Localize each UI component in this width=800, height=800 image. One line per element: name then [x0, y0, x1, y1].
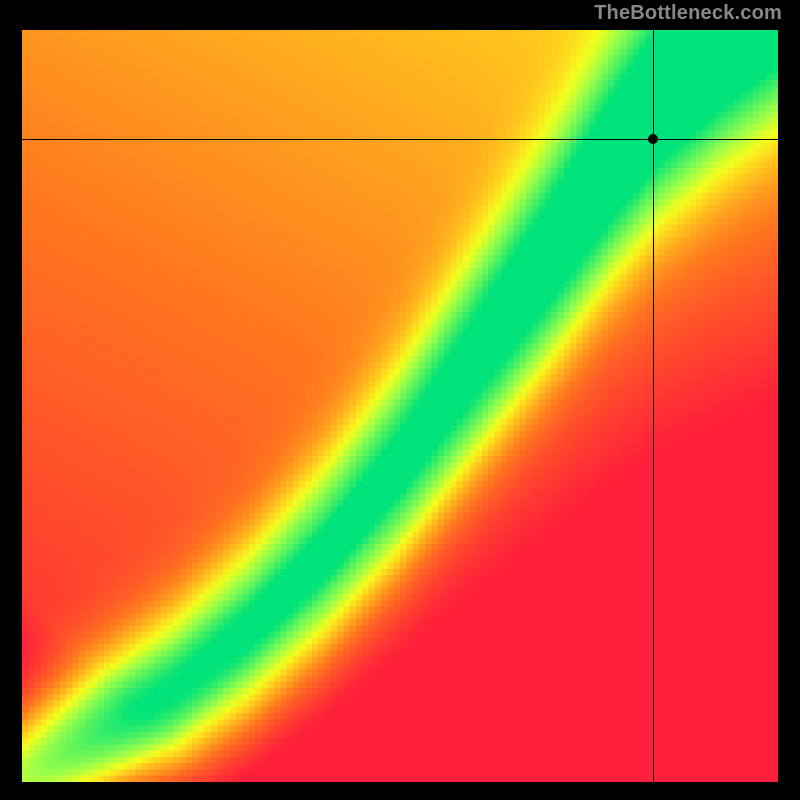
crosshair-horizontal [0, 139, 800, 141]
heatmap-canvas [22, 30, 778, 782]
marker-dot [648, 134, 658, 144]
watermark-text: TheBottleneck.com [594, 2, 782, 25]
plot-area [22, 30, 778, 782]
crosshair-vertical [653, 0, 655, 800]
chart-container: TheBottleneck.com [0, 0, 800, 800]
